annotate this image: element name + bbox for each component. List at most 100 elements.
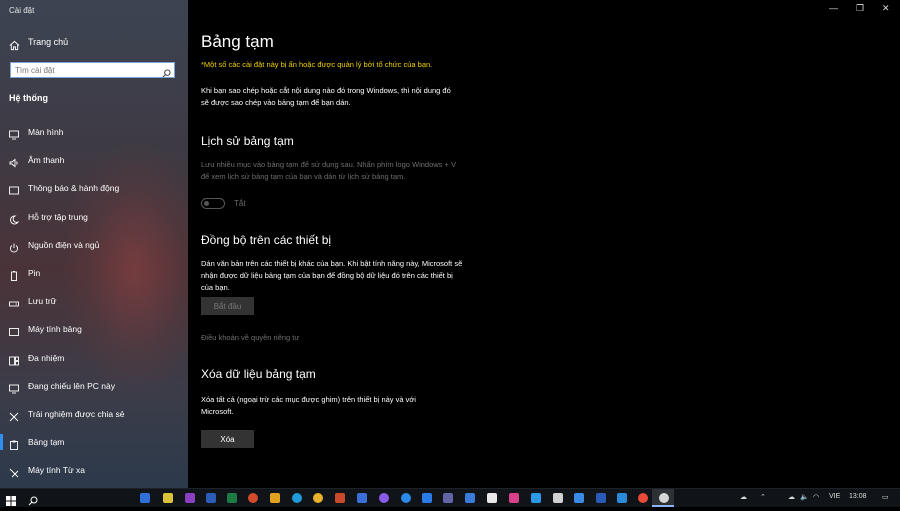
battery-icon (9, 268, 19, 281)
app-title: Cài đặt (9, 6, 35, 15)
app-icon[interactable] (335, 493, 345, 503)
sidebar-nav: Màn hình Âm thanh Thông báo & hành động … (0, 118, 188, 484)
chrome-icon[interactable] (638, 493, 648, 503)
chevron-up-icon[interactable]: ⌃ (760, 493, 766, 501)
sidebar-item-notifications[interactable]: Thông báo & hành động (0, 174, 188, 202)
maximize-button[interactable]: ❐ (856, 3, 864, 14)
sidebar-item-label: Máy tính Từ xa (28, 465, 86, 476)
sidebar-item-label: Bảng tạm (28, 437, 65, 448)
sync-description: Dán văn bản trên các thiết bị khác của b… (201, 259, 463, 292)
notification-center-icon[interactable]: ▭ (882, 493, 889, 501)
clear-heading: Xóa dữ liệu bảng tạm (201, 367, 316, 381)
teams-icon[interactable] (443, 493, 453, 503)
app-icon[interactable] (140, 493, 150, 503)
weather-icon[interactable]: ☁ (740, 493, 747, 501)
app-icon[interactable] (617, 493, 627, 503)
sidebar-item-label: Pin (28, 267, 41, 278)
app-icon[interactable] (163, 493, 173, 503)
sidebar-item-label: Đa nhiệm (28, 352, 65, 363)
remote-icon (9, 465, 19, 478)
sidebar-item-shared-experiences[interactable]: Trải nghiệm được chia sẻ (0, 400, 188, 428)
app-icon[interactable] (465, 493, 475, 503)
sidebar-item-multitasking[interactable]: Đa nhiệm (0, 344, 188, 372)
history-toggle-state: Tắt (234, 199, 246, 208)
multitask-icon (9, 353, 19, 365)
sidebar-item-label: Thông báo & hành động (28, 183, 120, 194)
clipboard-icon (9, 437, 19, 451)
start-icon[interactable] (6, 493, 16, 511)
speaker-icon (9, 155, 19, 168)
notification-icon (9, 183, 19, 195)
zalo-icon[interactable] (401, 493, 411, 503)
sidebar: Cài đặt Trang chủ Hệ thống Màn hình Âm t… (0, 0, 188, 488)
language-indicator[interactable]: VIE (829, 493, 840, 500)
project-icon (9, 381, 19, 394)
monitor-icon (9, 127, 19, 140)
tablet-icon (9, 324, 19, 337)
sync-heading: Đồng bộ trên các thiết bị (201, 233, 332, 247)
search-icon[interactable] (28, 493, 38, 511)
chrome-icon[interactable] (313, 493, 323, 503)
intro-text: Khi bạn sao chép hoặc cắt nội dung nào đ… (201, 86, 451, 107)
active-app-highlight (652, 489, 674, 507)
sidebar-item-label: Hỗ trợ tập trung (28, 211, 88, 222)
clear-button[interactable]: Xóa (201, 430, 254, 448)
app-icon[interactable] (574, 493, 584, 503)
word-icon[interactable] (206, 493, 216, 503)
clock[interactable]: 13:08 (849, 493, 867, 500)
edge-icon[interactable] (292, 493, 302, 503)
close-button[interactable]: ✕ (882, 3, 890, 14)
sidebar-item-clipboard[interactable]: Bảng tạm (0, 428, 188, 456)
minimize-button[interactable]: — (829, 3, 838, 13)
history-description: Lưu nhiều mục vào bảng tạm để sử dụng sa… (201, 160, 456, 181)
search-input[interactable] (15, 64, 155, 76)
privacy-link[interactable]: Điều khoản về quyền riêng tư (201, 333, 299, 342)
share-icon (9, 409, 19, 422)
sidebar-item-label: Màn hình (28, 127, 64, 137)
sync-start-button[interactable]: Bắt đầu (201, 297, 254, 315)
app-icon[interactable] (553, 493, 563, 503)
sidebar-item-sound[interactable]: Âm thanh (0, 146, 188, 174)
storage-icon (9, 296, 19, 307)
sidebar-item-label: Đang chiếu lên PC này (28, 380, 115, 391)
sidebar-item-display[interactable]: Màn hình (0, 118, 188, 146)
app-icon[interactable] (270, 493, 280, 503)
tiktok-icon[interactable] (487, 493, 497, 503)
powerpoint-icon[interactable] (248, 493, 258, 503)
excel-icon[interactable] (227, 493, 237, 503)
sidebar-item-label: Âm thanh (28, 155, 65, 166)
section-title: Hệ thống (9, 93, 48, 103)
zoom-icon[interactable] (422, 493, 432, 503)
history-toggle[interactable] (201, 198, 225, 209)
photoshop-icon[interactable] (596, 493, 606, 503)
search-box[interactable] (10, 62, 175, 78)
sidebar-item-label: Máy tính bảng (28, 324, 82, 335)
power-icon (9, 240, 19, 253)
managed-warning: *Một số các cài đặt này bị ẩn hoặc được … (201, 60, 433, 69)
facebook-icon[interactable] (357, 493, 367, 503)
sidebar-item-tablet[interactable]: Máy tính bảng (0, 315, 188, 343)
volume-icon[interactable]: 🔈 (800, 493, 809, 501)
taskbar: ☁ ⌃ ☁ 🔈 ◠ VIE 13:08 ▭ (0, 488, 900, 507)
sidebar-item-focus-assist[interactable]: Hỗ trợ tập trung (0, 203, 188, 231)
messenger-icon[interactable] (379, 493, 389, 503)
instagram-icon[interactable] (509, 493, 519, 503)
home-icon (9, 38, 20, 56)
cloud-icon[interactable]: ☁ (788, 493, 795, 501)
sidebar-item-battery[interactable]: Pin (0, 259, 188, 287)
sidebar-item-label: Nguồn điện và ngủ (28, 239, 100, 250)
moon-icon (9, 212, 20, 224)
wifi-icon[interactable]: ◠ (813, 493, 819, 501)
sidebar-item-label: Lưu trữ (28, 296, 57, 307)
search-icon[interactable] (162, 65, 171, 83)
history-heading: Lịch sử bảng tạm (201, 134, 294, 148)
onenote-icon[interactable] (185, 493, 195, 503)
sidebar-item-power[interactable]: Nguồn điện và ngủ (0, 231, 188, 259)
app-icon[interactable] (531, 493, 541, 503)
sidebar-item-remote-desktop[interactable]: Máy tính Từ xa (0, 456, 188, 484)
clear-description: Xóa tất cả (ngoại trừ các mục được ghim)… (201, 395, 416, 416)
sidebar-item-projecting[interactable]: Đang chiếu lên PC này (0, 372, 188, 400)
sidebar-item-storage[interactable]: Lưu trữ (0, 287, 188, 315)
sidebar-home-label: Trang chủ (28, 37, 69, 47)
sidebar-home[interactable]: Trang chủ (0, 34, 188, 54)
